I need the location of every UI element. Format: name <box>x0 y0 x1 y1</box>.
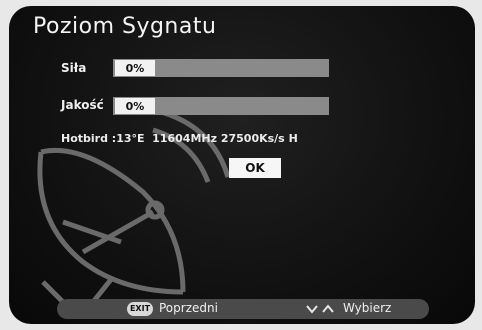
footer-bar: EXIT Poprzedni Wybierz <box>57 299 429 319</box>
strength-bar: 0% <box>113 59 329 77</box>
ok-button[interactable]: OK <box>229 158 281 178</box>
up-down-arrows-icon[interactable] <box>305 303 337 315</box>
back-label: Poprzedni <box>159 301 218 315</box>
quality-percent: 0% <box>115 98 155 114</box>
select-label: Wybierz <box>343 301 392 315</box>
quality-label: Jakość <box>61 98 104 112</box>
exit-key-icon[interactable]: EXIT <box>127 302 153 316</box>
page-title: Poziom Sygnatu <box>33 14 217 39</box>
strength-label: Siła <box>61 61 87 75</box>
transponder-info: Hotbird :13°E 11604MHz 27500Ks/s H <box>61 132 298 145</box>
strength-percent: 0% <box>115 60 155 76</box>
quality-bar: 0% <box>113 97 329 115</box>
signal-level-screen: Poziom Sygnatu Siła 0% Jakość 0% Hotbird… <box>9 6 475 324</box>
